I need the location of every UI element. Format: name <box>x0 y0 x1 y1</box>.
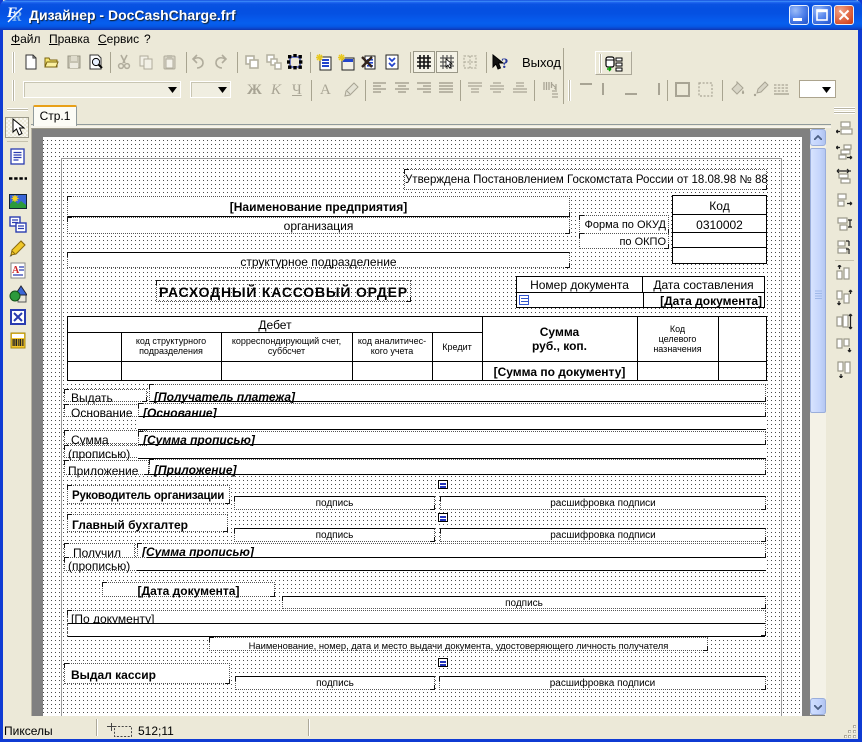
svg-text:A: A <box>12 265 20 276</box>
svg-text:?: ? <box>501 56 509 72</box>
